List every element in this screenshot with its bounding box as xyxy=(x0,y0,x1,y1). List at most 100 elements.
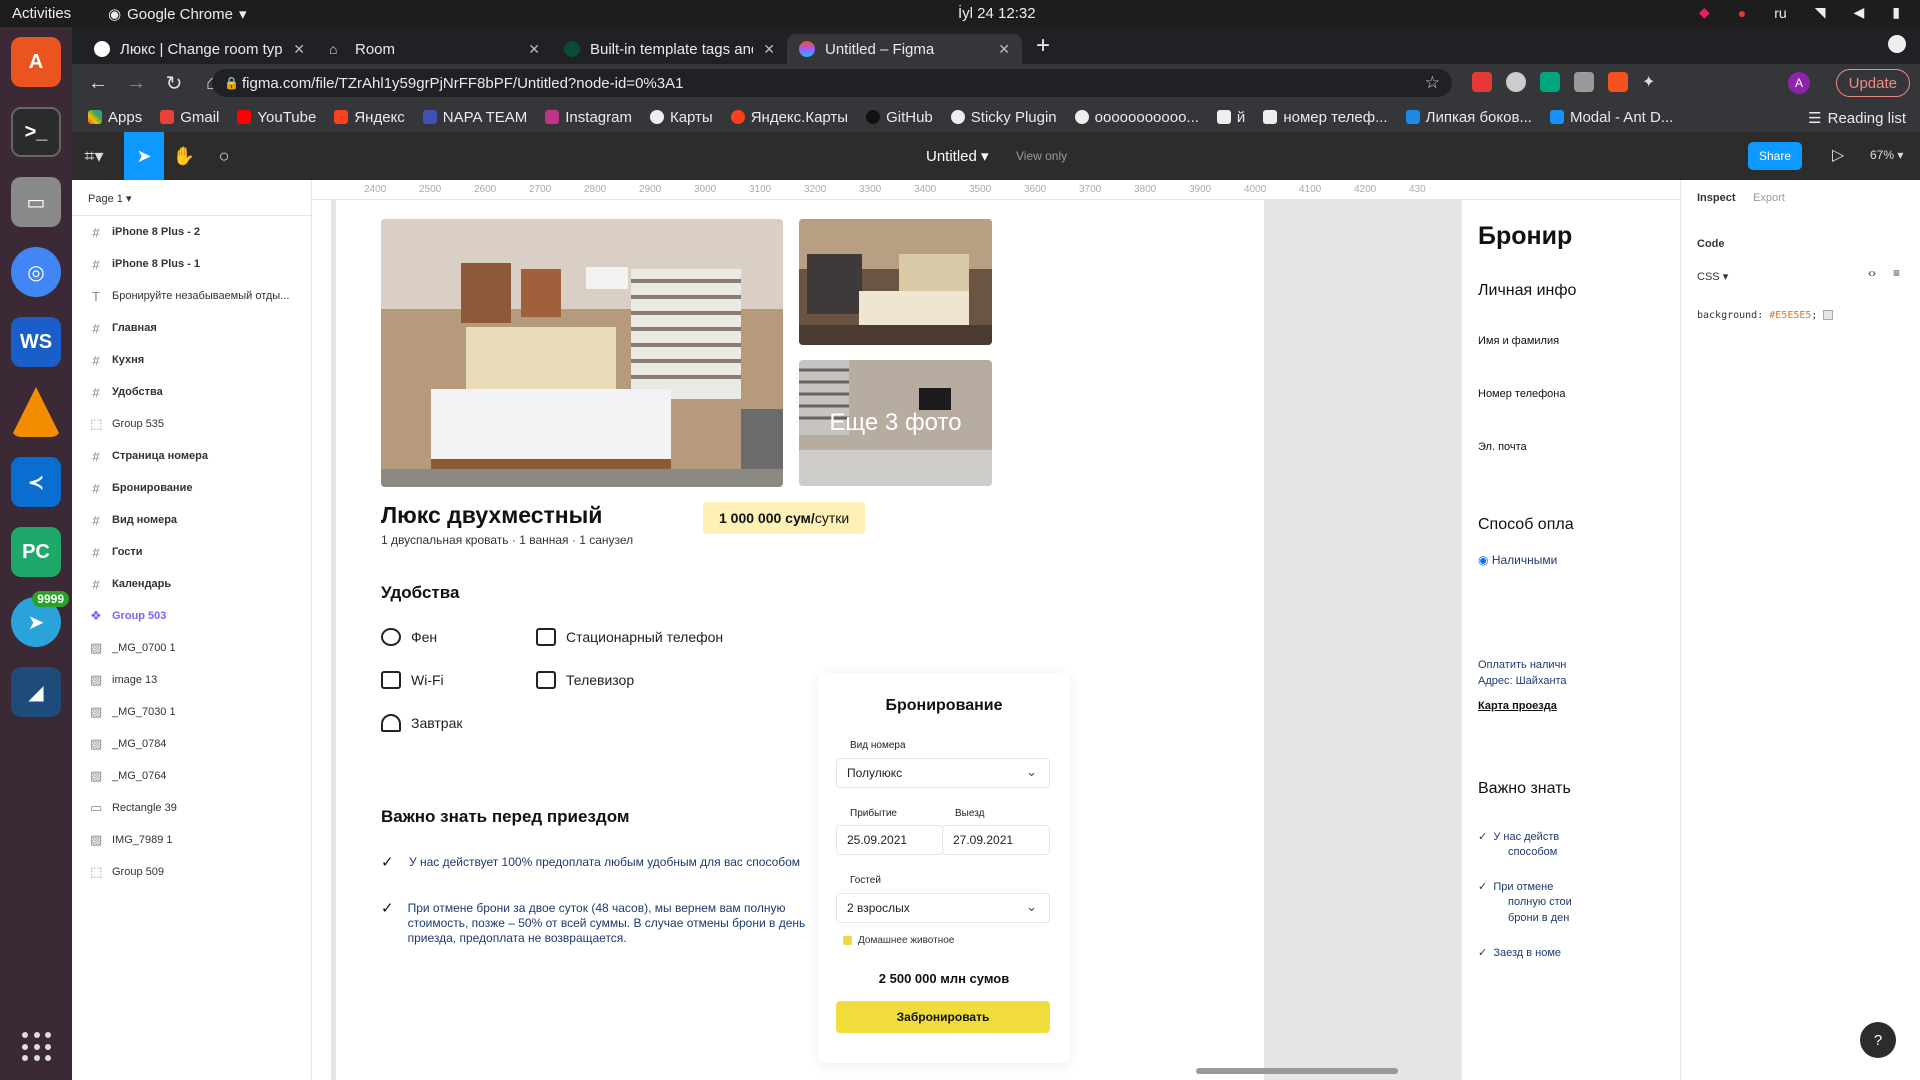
departure-date-field[interactable]: 27.09.2021 xyxy=(942,825,1050,855)
bookmark-yandex-maps[interactable]: Яндекс.Карты xyxy=(730,109,848,126)
tab-luxury-room[interactable]: Люкс | Change room type ✕ xyxy=(82,34,317,64)
arrival-date-field[interactable]: 25.09.2021 xyxy=(836,825,943,855)
clock[interactable]: İyl 24 12:32 xyxy=(958,5,1036,22)
layer-item[interactable]: # iPhone 8 Plus - 2 xyxy=(72,216,311,248)
map-link[interactable]: Карта проезда xyxy=(1478,700,1557,712)
wifi-icon[interactable]: ◥ xyxy=(1815,4,1826,21)
layer-item[interactable]: ▨ _MG_0764 xyxy=(72,760,311,792)
cash-option[interactable]: ◉ Наличными xyxy=(1478,553,1557,567)
layer-item[interactable]: ▨ image 13 xyxy=(72,664,311,696)
bookmark-yandex[interactable]: Яндекс xyxy=(334,109,405,126)
close-icon[interactable]: ✕ xyxy=(763,41,775,58)
update-button[interactable]: Update xyxy=(1835,69,1910,97)
layer-item[interactable]: # Вид номера xyxy=(72,504,311,536)
abp-extension-icon[interactable] xyxy=(1472,72,1492,92)
pet-checkbox[interactable]: Домашнее животное xyxy=(843,935,954,946)
vue-devtools-icon[interactable] xyxy=(1574,72,1594,92)
vlc-icon[interactable] xyxy=(11,387,61,437)
webstorm-icon[interactable]: WS xyxy=(11,317,61,367)
layer-item[interactable]: ▨ IMG_7989 1 xyxy=(72,824,311,856)
bookmark-phone-number[interactable]: номер телеф... xyxy=(1263,109,1388,126)
files-icon[interactable]: ▭ xyxy=(11,177,61,227)
code-view-icon[interactable]: ‹› xyxy=(1868,266,1876,280)
forward-icon[interactable]: → xyxy=(124,72,148,95)
bookmark-antd-modal[interactable]: Modal - Ant D... xyxy=(1549,109,1673,126)
terminal-icon[interactable]: >_ xyxy=(11,107,61,157)
bookmark-y[interactable]: й xyxy=(1216,109,1245,126)
bookmark-apps[interactable]: Apps xyxy=(88,109,142,126)
tab-inspect[interactable]: Inspect xyxy=(1697,192,1736,204)
layer-item[interactable]: # Календарь xyxy=(72,568,311,600)
layer-item[interactable]: ▨ _MG_7030 1 xyxy=(72,696,311,728)
figma-menu-icon[interactable]: ⌗▾ xyxy=(72,132,116,180)
layer-item[interactable]: # Главная xyxy=(72,312,311,344)
bookmark-misc[interactable]: ооооооооооо... xyxy=(1074,109,1199,126)
bookmark-sticky-plugin[interactable]: Sticky Plugin xyxy=(950,109,1057,126)
close-icon[interactable]: ✕ xyxy=(998,41,1010,58)
close-icon[interactable]: ✕ xyxy=(293,41,305,58)
list-view-icon[interactable]: ≡ xyxy=(1893,266,1900,280)
mysql-workbench-icon[interactable]: ◢ xyxy=(11,667,61,717)
telegram-icon[interactable]: ➤ 9999 xyxy=(11,591,69,647)
booking-card[interactable]: Бронирование Вид номера Полулюкс ⌄ Прибыт… xyxy=(818,673,1070,1063)
bookmark-gmail[interactable]: Gmail xyxy=(160,109,219,126)
profile-avatar[interactable]: A xyxy=(1788,72,1810,94)
bookmark-maps[interactable]: Карты xyxy=(649,109,713,126)
layer-item[interactable]: ▭ Rectangle 39 xyxy=(72,792,311,824)
bookmark-sticky-sidebar[interactable]: Липкая боков... xyxy=(1405,109,1532,126)
more-photos-overlay[interactable]: Еще 3 фото xyxy=(799,360,992,486)
bookmark-instagram[interactable]: Instagram xyxy=(545,109,632,126)
present-icon[interactable]: ▷ xyxy=(1832,145,1844,165)
chrome-dock-icon[interactable]: ◎ xyxy=(11,247,61,297)
layer-item[interactable]: # Кухня xyxy=(72,344,311,376)
bookmark-napa-team[interactable]: NAPA TEAM xyxy=(422,109,527,126)
close-icon[interactable]: ✕ xyxy=(528,41,540,58)
software-center-icon[interactable]: A xyxy=(11,37,61,87)
tab-export[interactable]: Export xyxy=(1753,192,1785,204)
room-page-frame[interactable]: Еще 3 фото Люкс двухместный 1 двуспальна… xyxy=(336,200,1286,1080)
extension-icon[interactable] xyxy=(1540,72,1560,92)
reading-list[interactable]: ☰ Reading list xyxy=(1808,109,1906,128)
volume-icon[interactable]: ◀ xyxy=(1854,4,1865,21)
canvas[interactable]: 2400 2500 2600 2700 2800 2900 3000 3100 3200 3300… xyxy=(312,180,1680,1080)
tab-room[interactable]: ⌂ Room ✕ xyxy=(317,34,552,64)
vscode-icon[interactable]: ≺ xyxy=(11,457,61,507)
system-tray[interactable]: ◆ ● ru ◥ ◀ ▮ xyxy=(1699,4,1900,21)
lang-indicator[interactable]: ru xyxy=(1774,5,1786,21)
coupon-extension-icon[interactable] xyxy=(1608,72,1628,92)
bookmark-star-icon[interactable]: ☆ xyxy=(1425,73,1440,93)
extension-tray-icon[interactable]: ◆ xyxy=(1699,4,1710,21)
layer-item[interactable]: ⬚ Group 535 xyxy=(72,408,311,440)
move-tool-icon[interactable]: ➤ xyxy=(124,132,164,180)
css-value[interactable]: #E5E5E5 xyxy=(1769,310,1811,321)
guests-select[interactable]: 2 взрослых ⌄ xyxy=(836,893,1050,923)
new-tab-button[interactable]: + xyxy=(1036,32,1050,60)
comment-tool-icon[interactable]: ○ xyxy=(204,132,244,180)
back-icon[interactable]: ← xyxy=(86,72,110,95)
lock-icon[interactable]: 🔒 xyxy=(224,76,239,90)
activities-button[interactable]: Activities xyxy=(12,5,71,22)
horizontal-scrollbar[interactable] xyxy=(1196,1068,1398,1074)
layer-item[interactable]: # Удобства xyxy=(72,376,311,408)
zoom-menu[interactable]: 67% ▾ xyxy=(1870,148,1903,162)
address-bar[interactable]: 🔒 figma.com/file/TZrAhl1y59grPjNrFF8bPF/… xyxy=(212,69,1452,97)
book-button[interactable]: Забронировать xyxy=(836,1001,1050,1033)
extension-icon[interactable] xyxy=(1506,72,1526,92)
room-photo-3[interactable]: Еще 3 фото xyxy=(799,360,992,486)
tab-search-icon[interactable] xyxy=(1888,35,1906,53)
layer-item[interactable]: ▨ _MG_0700 1 xyxy=(72,632,311,664)
chrome-tray-icon[interactable]: ● xyxy=(1738,5,1746,21)
app-menu[interactable]: ◉ Google Chrome ▾ xyxy=(108,5,247,24)
battery-icon[interactable]: ▮ xyxy=(1892,4,1900,21)
booking-page-frame[interactable]: Бронир Личная инфо Имя и фамилия Номер т… xyxy=(1462,200,1680,1080)
layer-item[interactable]: T Бронируйте незабываемый отды... xyxy=(72,280,311,312)
layer-item[interactable]: # iPhone 8 Plus - 1 xyxy=(72,248,311,280)
hand-tool-icon[interactable]: ✋ xyxy=(164,132,204,180)
file-title[interactable]: Untitled ▾ xyxy=(926,147,989,165)
reload-icon[interactable]: ↻ xyxy=(162,71,186,96)
bookmark-github[interactable]: GitHub xyxy=(866,109,933,126)
tab-figma[interactable]: Untitled – Figma ✕ xyxy=(787,34,1022,64)
main-room-photo[interactable] xyxy=(381,219,783,487)
layer-item[interactable]: ▨ _MG_0784 xyxy=(72,728,311,760)
layer-item[interactable]: ⬚ Group 509 xyxy=(72,856,311,888)
